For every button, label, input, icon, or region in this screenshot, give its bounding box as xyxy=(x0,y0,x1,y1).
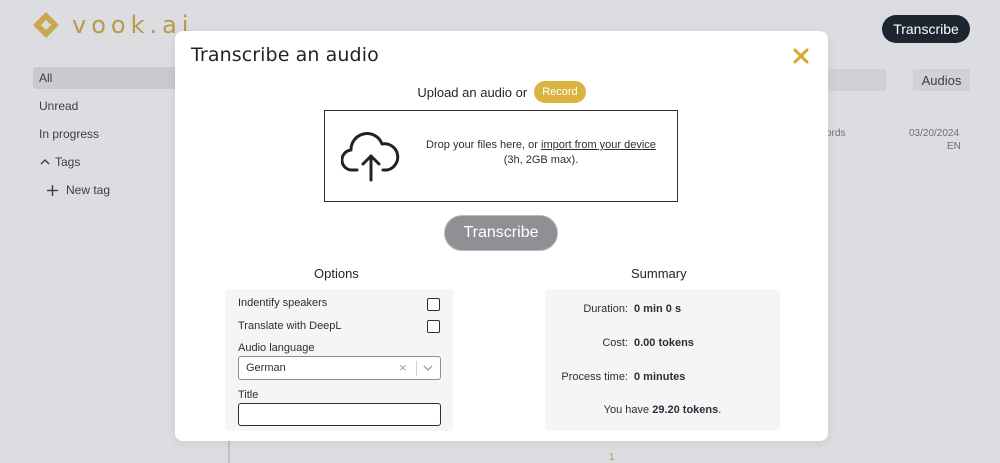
upload-row: Upload an audio or Record xyxy=(175,81,828,103)
cloud-upload-icon xyxy=(341,132,400,182)
import-from-device-link[interactable]: import from your device xyxy=(541,139,656,151)
pagination-partial[interactable]: 1 xyxy=(609,452,615,463)
summary-title: Summary xyxy=(631,266,687,281)
row-word-count-partial: ords xyxy=(826,128,846,139)
logo-diamond-icon xyxy=(33,12,59,38)
file-dropzone[interactable]: Drop your files here, or import from you… xyxy=(324,110,678,202)
token-balance-prefix: You have xyxy=(603,404,650,416)
select-separator xyxy=(416,361,417,376)
dropzone-limits: (3h, 2GB max). xyxy=(503,154,579,166)
record-button[interactable]: Record xyxy=(534,81,586,103)
options-title: Options xyxy=(314,266,359,281)
token-balance-suffix: . xyxy=(718,404,722,416)
identify-speakers-label: Indentify speakers xyxy=(238,297,328,309)
translate-deepl-checkbox[interactable] xyxy=(427,320,440,333)
cost-label: Cost: xyxy=(602,337,628,349)
transcribe-button[interactable]: Transcribe xyxy=(444,215,558,251)
header-transcribe-button[interactable]: Transcribe xyxy=(882,15,970,43)
close-icon xyxy=(793,48,809,64)
audio-language-value: German xyxy=(246,362,286,374)
audio-language-select[interactable]: German × xyxy=(238,356,441,380)
options-panel: Indentify speakers Translate with DeepL … xyxy=(225,289,453,431)
chevron-down-icon[interactable] xyxy=(422,362,434,374)
chevron-up-icon xyxy=(40,159,50,165)
close-button[interactable] xyxy=(790,45,812,67)
sidebar-new-tag-label: New tag xyxy=(66,183,111,197)
modal-title: Transcribe an audio xyxy=(191,44,379,66)
plus-icon xyxy=(47,184,58,196)
transcribe-modal: Transcribe an audio Upload an audio or R… xyxy=(175,31,828,441)
translate-deepl-label: Translate with DeepL xyxy=(238,320,342,332)
row-date: 03/20/2024 xyxy=(909,128,960,139)
title-input[interactable] xyxy=(238,403,441,426)
token-balance: You have 29.20 tokens. xyxy=(545,404,780,416)
logo[interactable]: vook.ai xyxy=(32,11,193,39)
identify-speakers-checkbox[interactable] xyxy=(427,298,440,311)
process-time-value: 0 minutes xyxy=(634,371,686,383)
duration-value: 0 min 0 s xyxy=(634,303,682,315)
tab-audios[interactable]: Audios xyxy=(913,69,970,91)
clear-icon[interactable]: × xyxy=(399,360,407,375)
cost-value: 0.00 tokens xyxy=(634,337,694,349)
upload-prompt: Upload an audio or xyxy=(417,84,528,100)
audio-language-label: Audio language xyxy=(238,342,315,354)
dropzone-instruction: Drop your files here, or xyxy=(426,139,538,151)
process-time-label: Process time: xyxy=(561,371,628,383)
duration-label: Duration: xyxy=(583,303,628,315)
summary-panel: Duration: 0 min 0 s Cost: 0.00 tokens Pr… xyxy=(545,289,780,431)
dropzone-text: Drop your files here, or import from you… xyxy=(415,138,667,168)
sidebar-tags-label: Tags xyxy=(55,155,81,169)
title-label: Title xyxy=(238,389,259,401)
filter-bar xyxy=(826,69,886,91)
token-balance-value: 29.20 tokens xyxy=(652,404,719,416)
row-language: EN xyxy=(947,141,961,152)
